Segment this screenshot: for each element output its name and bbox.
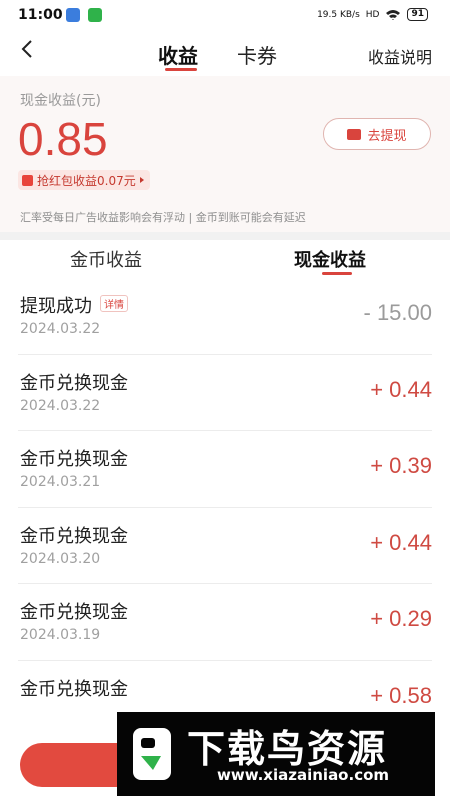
record-amount: + 0.44: [370, 529, 432, 555]
record-amount: + 0.44: [370, 376, 432, 402]
record-row[interactable]: 金币兑换现金 2024.03.20 + 0.44: [18, 508, 432, 584]
cash-summary-card: 现金收益(元) 0.85 去提现 抢红包收益0.07元 汇率受每日广告收益影响会…: [0, 76, 450, 236]
net-speed: 19.5 KB/s: [317, 9, 360, 20]
record-amount: + 0.58: [370, 682, 432, 704]
record-row[interactable]: 金币兑换现金 2024.03.22 + 0.44: [18, 355, 432, 431]
cash-earnings-label: 现金收益(元): [20, 93, 101, 109]
watermark-banner: 下载鸟资源 www.xiazainiao.com: [117, 712, 435, 796]
back-arrow-icon[interactable]: [16, 38, 40, 62]
wechat-icon: [88, 8, 102, 22]
withdraw-button[interactable]: 去提现: [323, 118, 431, 150]
watermark-url: www.xiazainiao.com: [217, 766, 390, 784]
record-title: 金币兑换现金: [20, 372, 128, 394]
wallet-icon: [347, 128, 362, 140]
record-amount: + 0.39: [370, 453, 432, 478]
record-row[interactable]: 金币兑换现金 + 0.58: [18, 661, 432, 704]
notification-icons: [66, 8, 102, 22]
bird-logo-icon: [133, 728, 171, 780]
active-tab-indicator: [165, 68, 197, 71]
record-date: 2024.03.19: [20, 627, 101, 643]
cash-earnings-amount: 0.85: [18, 113, 108, 165]
record-row[interactable]: 提现成功 详情 2024.03.22 - 15.00: [18, 278, 432, 355]
active-subtab-indicator: [322, 272, 352, 275]
section-divider: [0, 232, 450, 240]
tab-earnings[interactable]: 收益: [158, 40, 198, 69]
record-row[interactable]: 金币兑换现金 2024.03.19 + 0.29: [18, 584, 432, 661]
record-row[interactable]: 金币兑换现金 2024.03.21 + 0.39: [18, 431, 432, 508]
battery-indicator: 91: [407, 8, 428, 21]
status-time: 11:00: [18, 7, 63, 23]
record-title: 金币兑换现金: [20, 525, 128, 547]
record-title: 金币兑换现金: [20, 678, 128, 700]
subtab-coin-earnings[interactable]: 金币收益: [70, 246, 142, 272]
signal-label: HD: [365, 9, 380, 20]
subtab-cash-earnings[interactable]: 现金收益: [294, 246, 366, 272]
record-amount: - 15.00: [363, 300, 433, 325]
red-packet-icon: [22, 174, 33, 186]
chevron-right-icon: [139, 177, 144, 183]
watermark-title: 下载鸟资源: [187, 727, 388, 771]
record-title: 金币兑换现金: [20, 449, 128, 470]
record-amount: + 0.29: [370, 606, 432, 631]
record-date: 2024.03.20: [20, 550, 101, 567]
exchange-rate-notice: 汇率受每日广告收益影响会有浮动 | 金币到账可能会有延迟: [20, 211, 306, 224]
record-date: 2024.03.22: [20, 397, 101, 414]
earnings-subtabs: 金币收益 现金收益: [0, 240, 450, 278]
earnings-explanation-link[interactable]: 收益说明: [368, 44, 432, 68]
record-title-text: 提现成功: [20, 296, 92, 317]
record-date: 2024.03.21: [20, 474, 101, 490]
status-right: 19.5 KB/s HD 91: [317, 8, 428, 21]
record-title: 提现成功 详情: [20, 292, 128, 318]
record-date: 2024.03.22: [20, 321, 101, 337]
tab-coupons[interactable]: 卡券: [237, 40, 277, 69]
top-nav: 收益 卡券 收益说明: [0, 32, 450, 76]
details-tag[interactable]: 详情: [100, 295, 128, 312]
red-packet-label: 抢红包收益0.07元: [37, 173, 136, 188]
withdraw-button-label: 去提现: [367, 128, 407, 144]
earnings-record-list: 提现成功 详情 2024.03.22 - 15.00 金币兑换现金 2024.03…: [0, 278, 450, 703]
notification-app-icon: [66, 8, 80, 22]
wifi-icon: [386, 9, 401, 20]
red-packet-earnings-badge[interactable]: 抢红包收益0.07元: [18, 170, 150, 190]
record-title: 金币兑换现金: [20, 602, 128, 623]
status-bar: 11:00 19.5 KB/s HD 91: [0, 0, 450, 30]
